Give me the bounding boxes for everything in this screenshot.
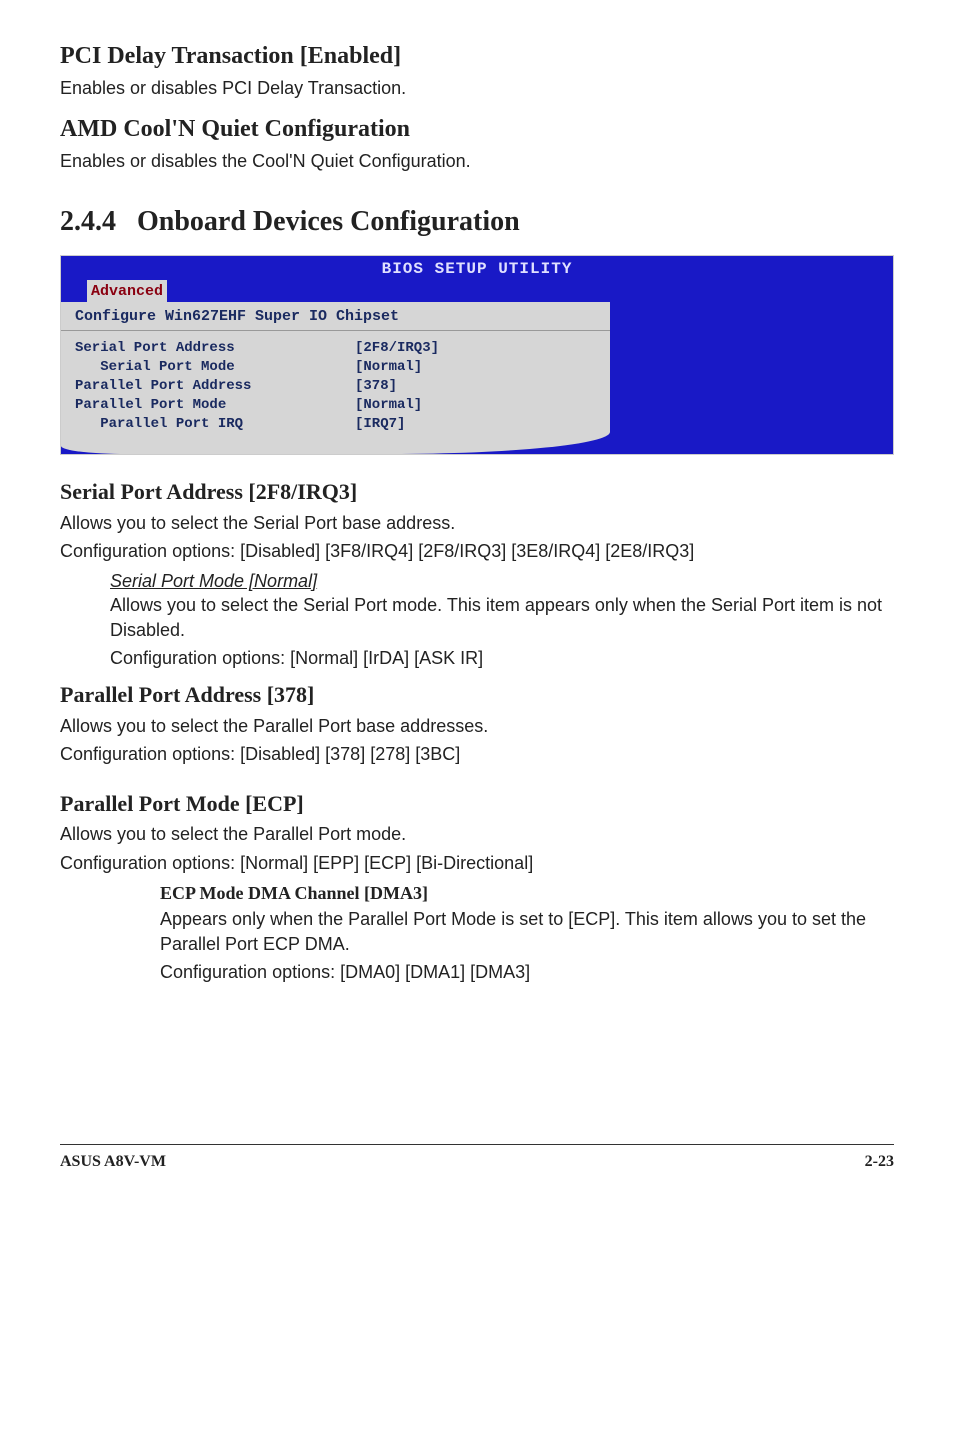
text-serial-mode-opts: Configuration options: [Normal] [IrDA] [… <box>110 646 894 670</box>
subsection-title: Onboard Devices Configuration <box>137 206 520 237</box>
heading-parallel-port-address: Parallel Port Address [378] <box>60 680 894 710</box>
text-pci-delay: Enables or disables PCI Delay Transactio… <box>60 76 894 100</box>
bios-rows: Serial Port Address [2F8/IRQ3] Serial Po… <box>61 331 610 453</box>
text-par-mode-2: Configuration options: [Normal] [EPP] [E… <box>60 851 894 875</box>
block-serial-port-mode: Serial Port Mode [Normal] Allows you to … <box>110 569 894 670</box>
bios-row-parallel-port-address[interactable]: Parallel Port Address [378] <box>75 377 596 396</box>
subheading-serial-port-mode: Serial Port Mode [Normal] <box>110 569 894 593</box>
bios-row-label: Parallel Port Address <box>75 377 355 396</box>
bios-row-parallel-port-irq[interactable]: Parallel Port IRQ [IRQ7] <box>75 415 596 434</box>
footer-page-number: 2-23 <box>865 1151 894 1173</box>
bios-row-value: [Normal] <box>355 358 596 377</box>
text-amd-cool: Enables or disables the Cool'N Quiet Con… <box>60 149 894 173</box>
bios-panel-title: Configure Win627EHF Super IO Chipset <box>61 302 610 331</box>
bios-row-serial-port-mode[interactable]: Serial Port Mode [Normal] <box>75 358 596 377</box>
bios-row-label: Serial Port Address <box>75 339 355 358</box>
heading-onboard-devices: 2.4.4 Onboard Devices Configuration <box>60 203 894 241</box>
text-par-addr-2: Configuration options: [Disabled] [378] … <box>60 742 894 766</box>
text-par-addr-1: Allows you to select the Parallel Port b… <box>60 714 894 738</box>
heading-parallel-port-mode: Parallel Port Mode [ECP] <box>60 789 894 819</box>
heading-amd-cool: AMD Cool'N Quiet Configuration <box>60 113 894 145</box>
block-ecp-mode: ECP Mode DMA Channel [DMA3] Appears only… <box>160 881 894 984</box>
bios-body: Configure Win627EHF Super IO Chipset Ser… <box>61 302 893 454</box>
bios-row-value: [2F8/IRQ3] <box>355 339 596 358</box>
bios-tab-advanced[interactable]: Advanced <box>87 280 167 302</box>
bios-row-serial-port-address[interactable]: Serial Port Address [2F8/IRQ3] <box>75 339 596 358</box>
text-ecp-body: Appears only when the Parallel Port Mode… <box>160 907 894 956</box>
text-serial-mode-body: Allows you to select the Serial Port mod… <box>110 593 894 642</box>
bios-row-label: Parallel Port Mode <box>75 396 355 415</box>
text-serial-addr-1: Allows you to select the Serial Port bas… <box>60 511 894 535</box>
bios-panel: BIOS SETUP UTILITY Advanced Configure Wi… <box>60 255 894 455</box>
bios-row-label: Serial Port Mode <box>75 358 355 377</box>
heading-pci-delay: PCI Delay Transaction [Enabled] <box>60 40 894 72</box>
footer-product: ASUS A8V-VM <box>60 1151 166 1173</box>
bios-side-panel <box>610 302 893 454</box>
bios-main-panel: Configure Win627EHF Super IO Chipset Ser… <box>61 302 610 454</box>
bios-row-parallel-port-mode[interactable]: Parallel Port Mode [Normal] <box>75 396 596 415</box>
subheading-ecp-mode: ECP Mode DMA Channel [DMA3] <box>160 881 894 905</box>
subsection-number: 2.4.4 <box>60 206 116 237</box>
bios-row-value: [Normal] <box>355 396 596 415</box>
page-footer: ASUS A8V-VM 2-23 <box>60 1144 894 1173</box>
text-par-mode-1: Allows you to select the Parallel Port m… <box>60 822 894 846</box>
bios-row-value: [IRQ7] <box>355 415 596 434</box>
bios-row-label: Parallel Port IRQ <box>75 415 355 434</box>
text-ecp-opts: Configuration options: [DMA0] [DMA1] [DM… <box>160 960 894 984</box>
bios-title: BIOS SETUP UTILITY <box>382 259 573 281</box>
heading-serial-port-address: Serial Port Address [2F8/IRQ3] <box>60 477 894 507</box>
bios-row-value: [378] <box>355 377 596 396</box>
bios-header: BIOS SETUP UTILITY Advanced <box>61 256 893 302</box>
text-serial-addr-2: Configuration options: [Disabled] [3F8/I… <box>60 539 894 563</box>
